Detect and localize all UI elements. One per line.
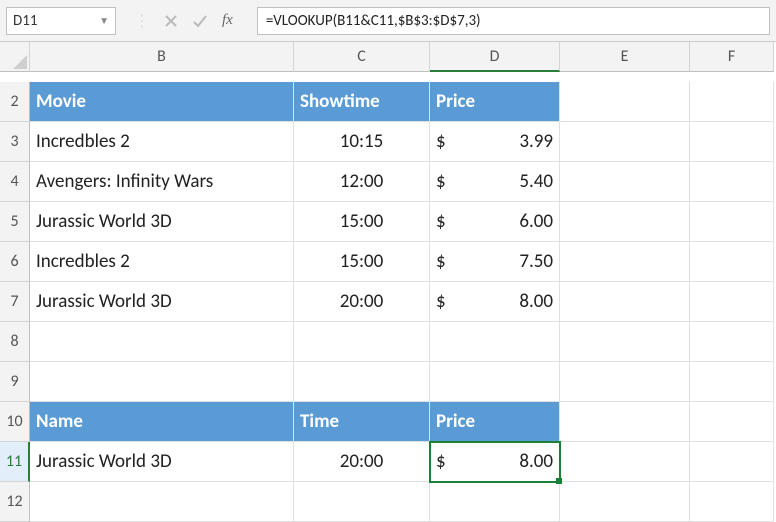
name-box[interactable]: D11 ▼ [6, 7, 116, 35]
cell-E4[interactable] [560, 162, 690, 202]
cancel-icon[interactable] [164, 14, 178, 28]
cell-E11[interactable] [560, 442, 690, 482]
select-all-corner[interactable] [0, 42, 30, 72]
cell-B6[interactable]: Incredbles 2 [30, 242, 294, 282]
cell-B5[interactable]: Jurassic World 3D [30, 202, 294, 242]
cell-D5[interactable]: $6.00 [430, 202, 560, 242]
cell-B12[interactable] [30, 482, 294, 522]
cell-B4[interactable]: Avengers: Infinity Wars [30, 162, 294, 202]
row-header-5[interactable]: 5 [0, 202, 30, 242]
cell-B7[interactable]: Jurassic World 3D [30, 282, 294, 322]
cell-D6[interactable]: $7.50 [430, 242, 560, 282]
cell-F3[interactable] [690, 122, 774, 162]
cell-C8[interactable] [294, 322, 430, 362]
cell-D11[interactable]: $8.00 [430, 442, 560, 482]
cell-D10[interactable]: Price [430, 402, 560, 442]
cell-C6[interactable]: 15:00 [294, 242, 430, 282]
cell-C4[interactable]: 12:00 [294, 162, 430, 202]
col-header-B[interactable]: B [30, 42, 294, 72]
col-header-E[interactable]: E [560, 42, 690, 72]
cell-C10[interactable]: Time [294, 402, 430, 442]
cell-E6[interactable] [560, 242, 690, 282]
cell-F12[interactable] [690, 482, 774, 522]
name-box-value: D11 [13, 12, 37, 30]
formula-bar: D11 ▼ ⋮ fx =VLOOKUP(B11&C11,$B$3:$D$7,3) [0, 0, 776, 42]
separator-icon: ⋮ [134, 11, 150, 31]
cell-D7[interactable]: $8.00 [430, 282, 560, 322]
cell-F6[interactable] [690, 242, 774, 282]
cell-B8[interactable] [30, 322, 294, 362]
cell-C2[interactable]: Showtime [294, 82, 430, 122]
cell-E8[interactable] [560, 322, 690, 362]
fill-handle[interactable] [556, 478, 562, 484]
cell-C12[interactable] [294, 482, 430, 522]
row-header-7[interactable]: 7 [0, 282, 30, 322]
row-header-3[interactable]: 3 [0, 122, 30, 162]
enter-icon[interactable] [192, 14, 208, 28]
cell-B2[interactable]: Movie [30, 82, 294, 122]
cell-F2[interactable] [690, 82, 774, 122]
row-header-12[interactable]: 12 [0, 482, 30, 522]
cell-F10[interactable] [690, 402, 774, 442]
formula-bar-buttons: ⋮ fx [126, 11, 247, 31]
cell-C11[interactable]: 20:00 [294, 442, 430, 482]
formula-input[interactable]: =VLOOKUP(B11&C11,$B$3:$D$7,3) [257, 7, 770, 35]
cell-D12[interactable] [430, 482, 560, 522]
formula-text: =VLOOKUP(B11&C11,$B$3:$D$7,3) [266, 12, 481, 30]
col-header-C[interactable]: C [294, 42, 430, 72]
cell-E2[interactable] [560, 82, 690, 122]
cell-D8[interactable] [430, 322, 560, 362]
cell-B3[interactable]: Incredbles 2 [30, 122, 294, 162]
cell-C7[interactable]: 20:00 [294, 282, 430, 322]
cell-D9[interactable] [430, 362, 560, 402]
row-header-2[interactable]: 2 [0, 82, 30, 122]
cell-D3[interactable]: $3.99 [430, 122, 560, 162]
cell-F9[interactable] [690, 362, 774, 402]
cell-C5[interactable]: 15:00 [294, 202, 430, 242]
cell-C9[interactable] [294, 362, 430, 402]
cell-E7[interactable] [560, 282, 690, 322]
cell-F11[interactable] [690, 442, 774, 482]
cell-F7[interactable] [690, 282, 774, 322]
cell-F4[interactable] [690, 162, 774, 202]
cell-E3[interactable] [560, 122, 690, 162]
cell-B11[interactable]: Jurassic World 3D [30, 442, 294, 482]
cell-E10[interactable] [560, 402, 690, 442]
cell-B9[interactable] [30, 362, 294, 402]
cell-E9[interactable] [560, 362, 690, 402]
col-header-F[interactable]: F [690, 42, 774, 72]
cell-F5[interactable] [690, 202, 774, 242]
fx-icon[interactable]: fx [222, 12, 239, 29]
row-header-9[interactable]: 9 [0, 362, 30, 402]
row-header-6[interactable]: 6 [0, 242, 30, 282]
cell-F8[interactable] [690, 322, 774, 362]
col-header-D[interactable]: D [430, 42, 560, 72]
cell-B10[interactable]: Name [30, 402, 294, 442]
spreadsheet-grid[interactable]: B C D E F 2 Movie Showtime Price 3 Incre… [0, 42, 776, 522]
cell-D4[interactable]: $5.40 [430, 162, 560, 202]
row-header-4[interactable]: 4 [0, 162, 30, 202]
cell-E5[interactable] [560, 202, 690, 242]
cell-E12[interactable] [560, 482, 690, 522]
name-box-dropdown-icon[interactable]: ▼ [99, 14, 109, 27]
cell-D2[interactable]: Price [430, 82, 560, 122]
row-header-10[interactable]: 10 [0, 402, 30, 442]
row-header-11[interactable]: 11 [0, 442, 30, 482]
row-header-8[interactable]: 8 [0, 322, 30, 362]
cell-C3[interactable]: 10:15 [294, 122, 430, 162]
